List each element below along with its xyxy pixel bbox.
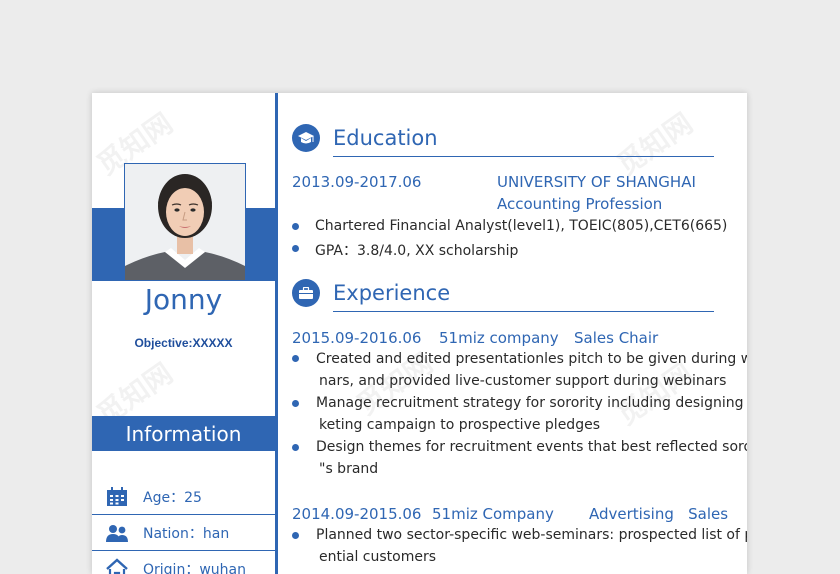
information-title: Information <box>125 421 242 446</box>
main-content: Education 2013.09-2017.06 UNIVERSITY OF … <box>278 93 747 574</box>
job-company: 51miz Company <box>432 505 554 523</box>
information-heading: Information <box>92 416 275 451</box>
bullet-dot <box>292 400 299 407</box>
education-title: Education <box>333 126 438 150</box>
education-heading: Education <box>292 124 438 152</box>
info-item-nation: Nation：han <box>92 515 275 551</box>
resume-sheet: 觅知网 觅知网 觅知网 觅知网 觅知网 Jonny Objective:XXXX… <box>92 93 747 574</box>
job-company: 51miz company <box>439 329 559 347</box>
info-item-age: Age：25 <box>92 479 275 515</box>
job-bullet-line: Created and edited presentationles pitch… <box>316 351 747 367</box>
info-item-label: Nation：han <box>143 525 230 542</box>
info-item-origin: Origin：wuhan <box>92 551 275 574</box>
portrait-photo <box>125 164 245 280</box>
info-item-label: Origin：wuhan <box>143 561 246 574</box>
education-school: UNIVERSITY OF SHANGHAI <box>497 173 696 191</box>
job-bullet-line: ential customers <box>319 549 437 565</box>
experience-rule <box>333 311 714 312</box>
bullet-dot <box>292 223 299 230</box>
briefcase-icon <box>292 279 320 307</box>
education-major: Accounting Profession <box>497 195 663 213</box>
job-role: Advertising Sales <box>589 505 729 523</box>
job-bullet-line: Planned two sector-specific web-seminars… <box>316 527 747 543</box>
experience-heading: Experience <box>292 279 450 307</box>
education-rule <box>333 156 714 157</box>
job-bullet-line: keting campaign to prospective pledges <box>319 417 600 433</box>
education-bullet: Chartered Financial Analyst(level1), TOE… <box>315 218 728 234</box>
job-date: 2014.09-2015.06 <box>292 505 422 523</box>
job-date: 2015.09-2016.06 <box>292 329 422 347</box>
candidate-name: Jonny <box>144 283 223 316</box>
experience-title: Experience <box>333 281 451 305</box>
job-bullet-line: Manage recruitment strategy for sorority… <box>316 395 747 411</box>
info-list: Age：25 Nation：han Origin：wuhan <box>92 479 275 574</box>
job-bullet-line: Design themes for recruitment events tha… <box>316 439 747 455</box>
graduation-cap-icon <box>292 124 320 152</box>
avatar <box>124 163 246 281</box>
bullet-dot <box>292 245 299 252</box>
job-role: Sales Chair <box>574 329 659 347</box>
people-icon <box>106 524 128 542</box>
education-bullet: GPA：3.8/4.0, XX scholarship <box>315 243 519 259</box>
job-bullet-line: nars, and provided live-customer support… <box>319 373 727 389</box>
education-date: 2013.09-2017.06 <box>292 173 422 191</box>
objective-text: Objective:XXXXX <box>134 336 233 350</box>
info-item-label: Age：25 <box>143 489 202 506</box>
job-bullet-line: "s brand <box>319 461 379 477</box>
home-icon <box>106 557 128 574</box>
bullet-dot <box>292 444 299 451</box>
bullet-dot <box>292 355 299 362</box>
calendar-icon <box>107 486 127 506</box>
bullet-dot <box>292 532 299 539</box>
